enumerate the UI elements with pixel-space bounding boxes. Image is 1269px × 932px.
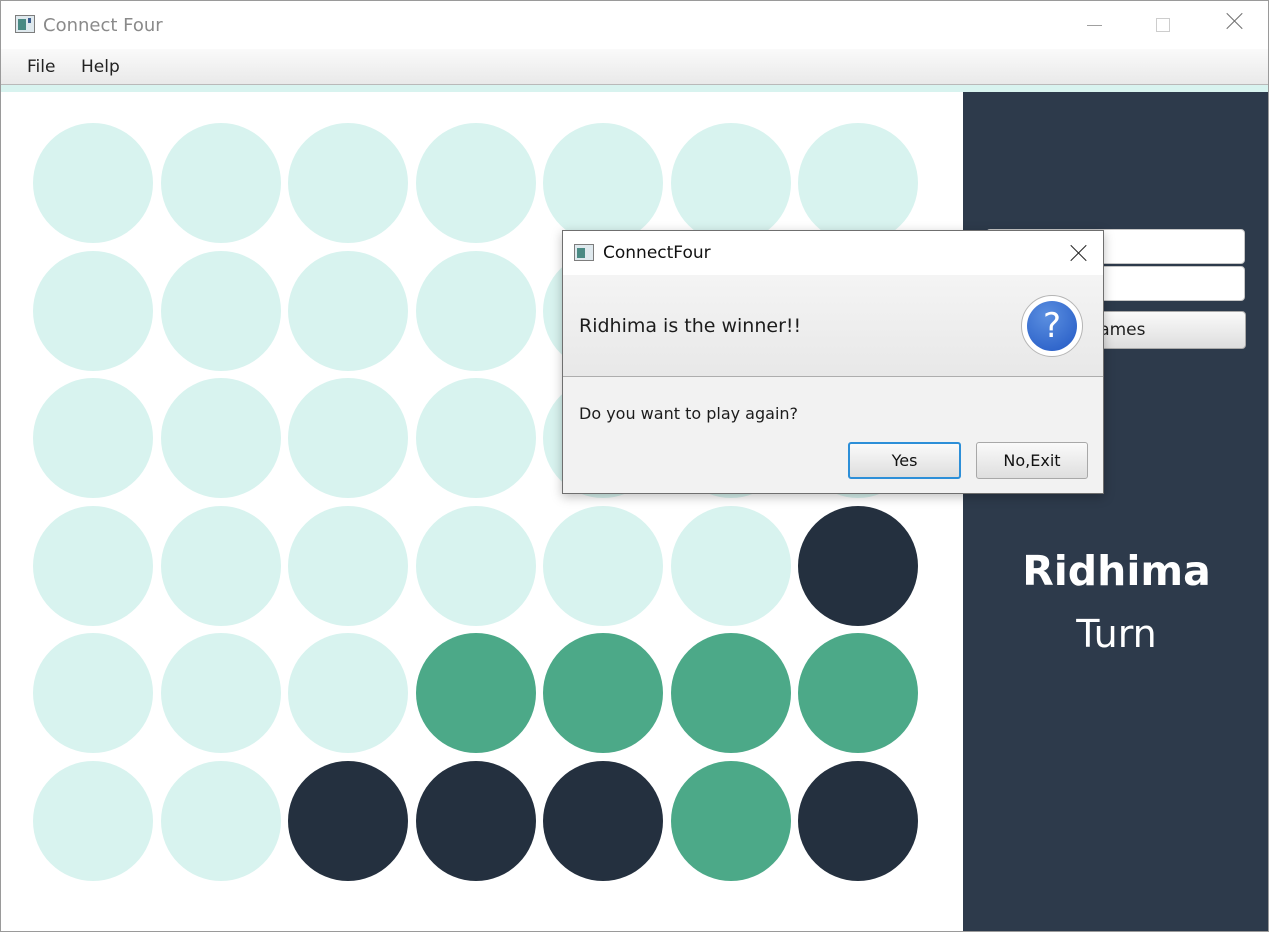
board-cell-r3-c4[interactable] (415, 378, 536, 498)
board-cell-r4-c3[interactable] (288, 505, 408, 626)
board-cell-r6-c5[interactable] (543, 760, 663, 881)
turn-label: Turn (1076, 612, 1157, 656)
app-icon (15, 15, 35, 33)
board-cell-r3-c3[interactable] (288, 378, 408, 498)
board-cell-r6-c6[interactable] (670, 760, 791, 881)
game-board[interactable] (1, 92, 963, 931)
board-cell-r1-c1[interactable] (33, 123, 153, 243)
board-cell-r1-c4[interactable] (415, 123, 536, 243)
winner-message: Ridhima is the winner!! (579, 315, 802, 337)
board-cell-r2-c1[interactable] (33, 250, 153, 371)
board-cell-r1-c7[interactable] (798, 123, 918, 243)
menu-bar: File Help (1, 49, 1268, 85)
board-cell-r5-c5[interactable] (543, 633, 663, 753)
dialog-app-icon (574, 244, 594, 261)
board-cell-r5-c4[interactable] (415, 633, 536, 753)
question-icon: ? (1021, 295, 1083, 357)
app-window: Connect Four File Help radha dhima Names… (0, 0, 1269, 932)
insert-preview-strip (1, 85, 1268, 92)
board-cell-r5-c3[interactable] (288, 633, 408, 753)
board-cell-r2-c2[interactable] (160, 250, 281, 371)
title-bar: Connect Four (1, 1, 1268, 49)
board-cell-r2-c4[interactable] (415, 250, 536, 371)
board-cell-r6-c1[interactable] (33, 760, 153, 881)
board-cell-r5-c6[interactable] (670, 633, 791, 753)
board-cell-r1-c2[interactable] (160, 123, 281, 243)
board-cell-r1-c6[interactable] (670, 123, 791, 243)
menu-file[interactable]: File (27, 57, 55, 77)
yes-button[interactable]: Yes (848, 442, 961, 479)
current-player-name: Ridhima (1022, 547, 1211, 595)
board-cell-r3-c1[interactable] (33, 378, 153, 498)
board-cell-r5-c1[interactable] (33, 633, 153, 753)
menu-help[interactable]: Help (81, 57, 120, 77)
board-cell-r6-c4[interactable] (415, 760, 536, 881)
minimize-button[interactable] (1071, 9, 1117, 41)
dialog-title: ConnectFour (603, 243, 711, 263)
board-cell-r4-c5[interactable] (543, 505, 663, 626)
board-cell-r4-c4[interactable] (415, 505, 536, 626)
sidebar-panel: radha dhima Names Ridhima Turn (963, 92, 1268, 931)
no-exit-button[interactable]: No,Exit (976, 442, 1088, 479)
board-cell-r4-c6[interactable] (670, 505, 791, 626)
winner-dialog: ConnectFour Ridhima is the winner!! ? Do… (562, 230, 1104, 494)
board-cell-r5-c2[interactable] (160, 633, 281, 753)
board-cell-r6-c2[interactable] (160, 760, 281, 881)
board-cell-r2-c3[interactable] (288, 250, 408, 371)
board-cell-r5-c7[interactable] (798, 633, 918, 753)
board-cell-r6-c7[interactable] (798, 760, 918, 881)
play-again-prompt: Do you want to play again? (579, 404, 799, 423)
board-cell-r4-c7[interactable] (798, 505, 918, 626)
board-cell-r4-c1[interactable] (33, 505, 153, 626)
close-window-button[interactable] (1210, 9, 1256, 41)
board-cell-r4-c2[interactable] (160, 505, 281, 626)
window-title: Connect Four (43, 15, 163, 36)
board-cell-r3-c2[interactable] (160, 378, 281, 498)
board-cell-r6-c3[interactable] (288, 760, 408, 881)
dialog-title-bar: ConnectFour (563, 231, 1103, 275)
dialog-header: Ridhima is the winner!! ? (563, 275, 1103, 377)
board-cell-r1-c3[interactable] (288, 123, 408, 243)
maximize-button[interactable] (1140, 9, 1186, 41)
board-cell-r1-c5[interactable] (543, 123, 663, 243)
dialog-close-button[interactable] (1063, 239, 1095, 267)
